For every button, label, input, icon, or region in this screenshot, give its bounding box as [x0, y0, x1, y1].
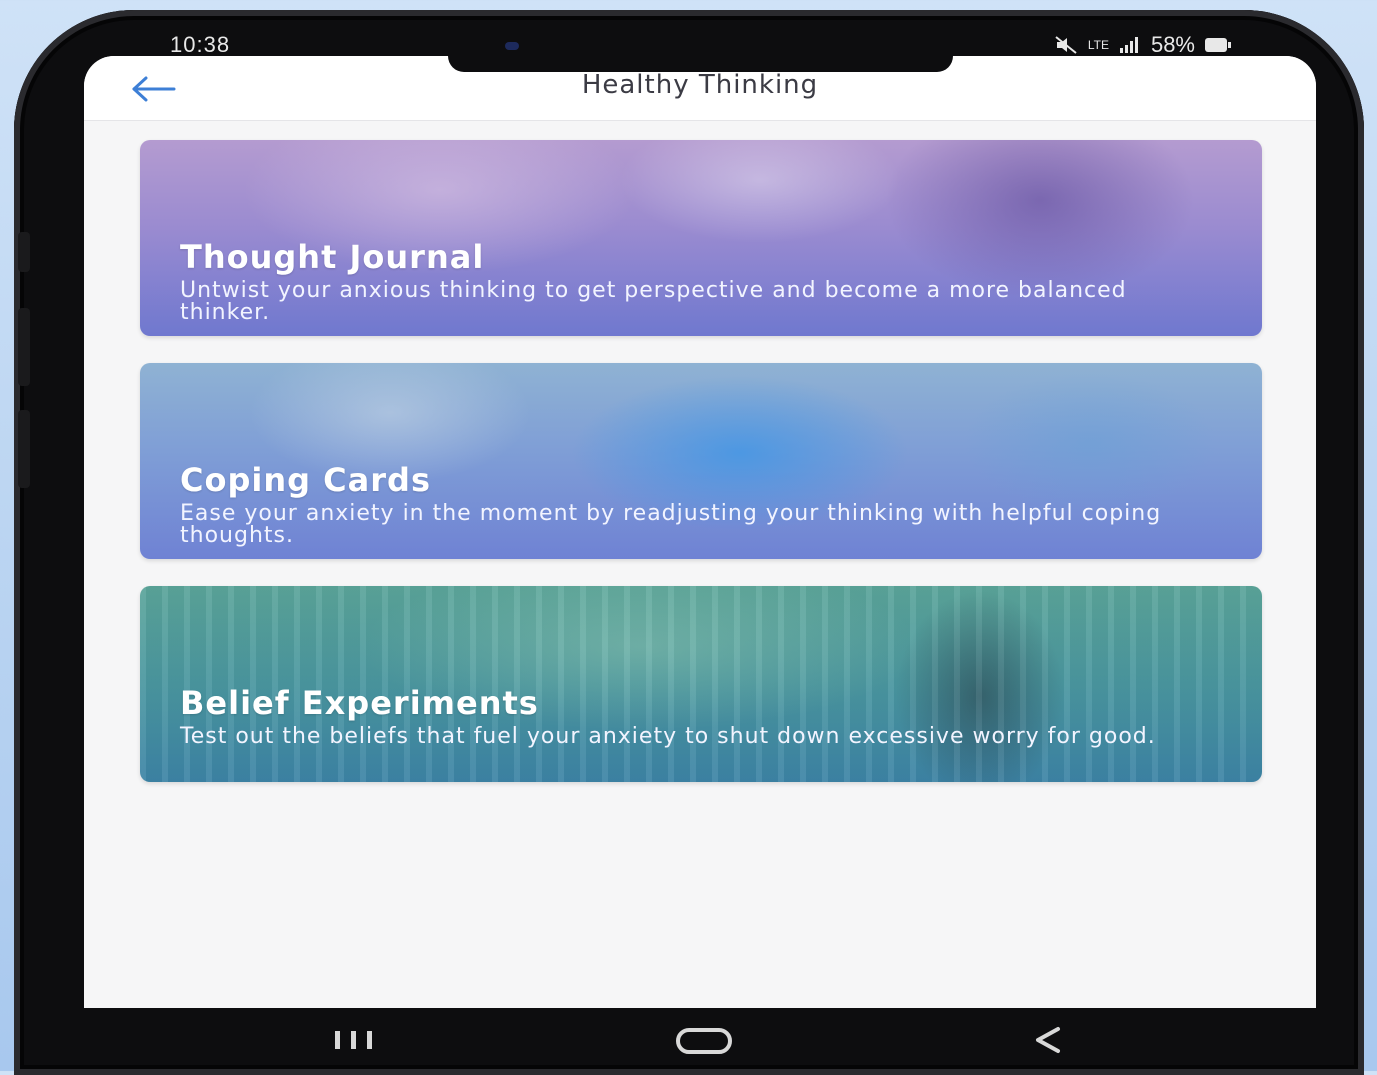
card-belief-experiments[interactable]: Belief Experiments Test out the beliefs …	[140, 586, 1262, 782]
card-description: Ease your anxiety in the moment by readj…	[180, 501, 1162, 548]
recent-apps-button[interactable]	[324, 1020, 384, 1060]
home-button[interactable]	[664, 1020, 744, 1060]
side-button	[18, 232, 30, 272]
status-time: 10:38	[170, 32, 231, 57]
home-icon	[676, 1028, 732, 1054]
card-thought-journal[interactable]: Thought Journal Untwist your anxious thi…	[140, 140, 1262, 336]
camera-icon	[505, 42, 519, 50]
volume-down-button	[18, 410, 30, 488]
card-title: Coping Cards	[180, 461, 431, 499]
card-description: Test out the beliefs that fuel your anxi…	[180, 724, 1156, 749]
card-coping-cards[interactable]: Coping Cards Ease your anxiety in the mo…	[140, 363, 1262, 559]
battery-percentage: 58%	[1150, 32, 1195, 57]
app-screen: Healthy Thinking Thought Journal Untwist…	[84, 56, 1316, 1008]
camera-notch	[448, 56, 953, 72]
system-nav-bar	[84, 1008, 1316, 1071]
volume-up-button	[18, 308, 30, 386]
mute-icon	[1055, 36, 1077, 54]
back-triangle-icon	[1036, 1027, 1060, 1053]
card-description: Untwist your anxious thinking to get per…	[180, 278, 1127, 325]
back-button[interactable]	[1024, 1020, 1074, 1060]
status-indicators: LTE 58%	[1054, 32, 1231, 58]
card-title: Belief Experiments	[180, 684, 539, 722]
card-title: Thought Journal	[180, 238, 485, 276]
network-type: LTE	[1087, 38, 1109, 52]
battery-icon	[1205, 38, 1231, 52]
page-title: Healthy Thinking	[581, 70, 819, 100]
signal-icon	[1119, 37, 1138, 53]
recent-apps-icon	[335, 1031, 372, 1049]
